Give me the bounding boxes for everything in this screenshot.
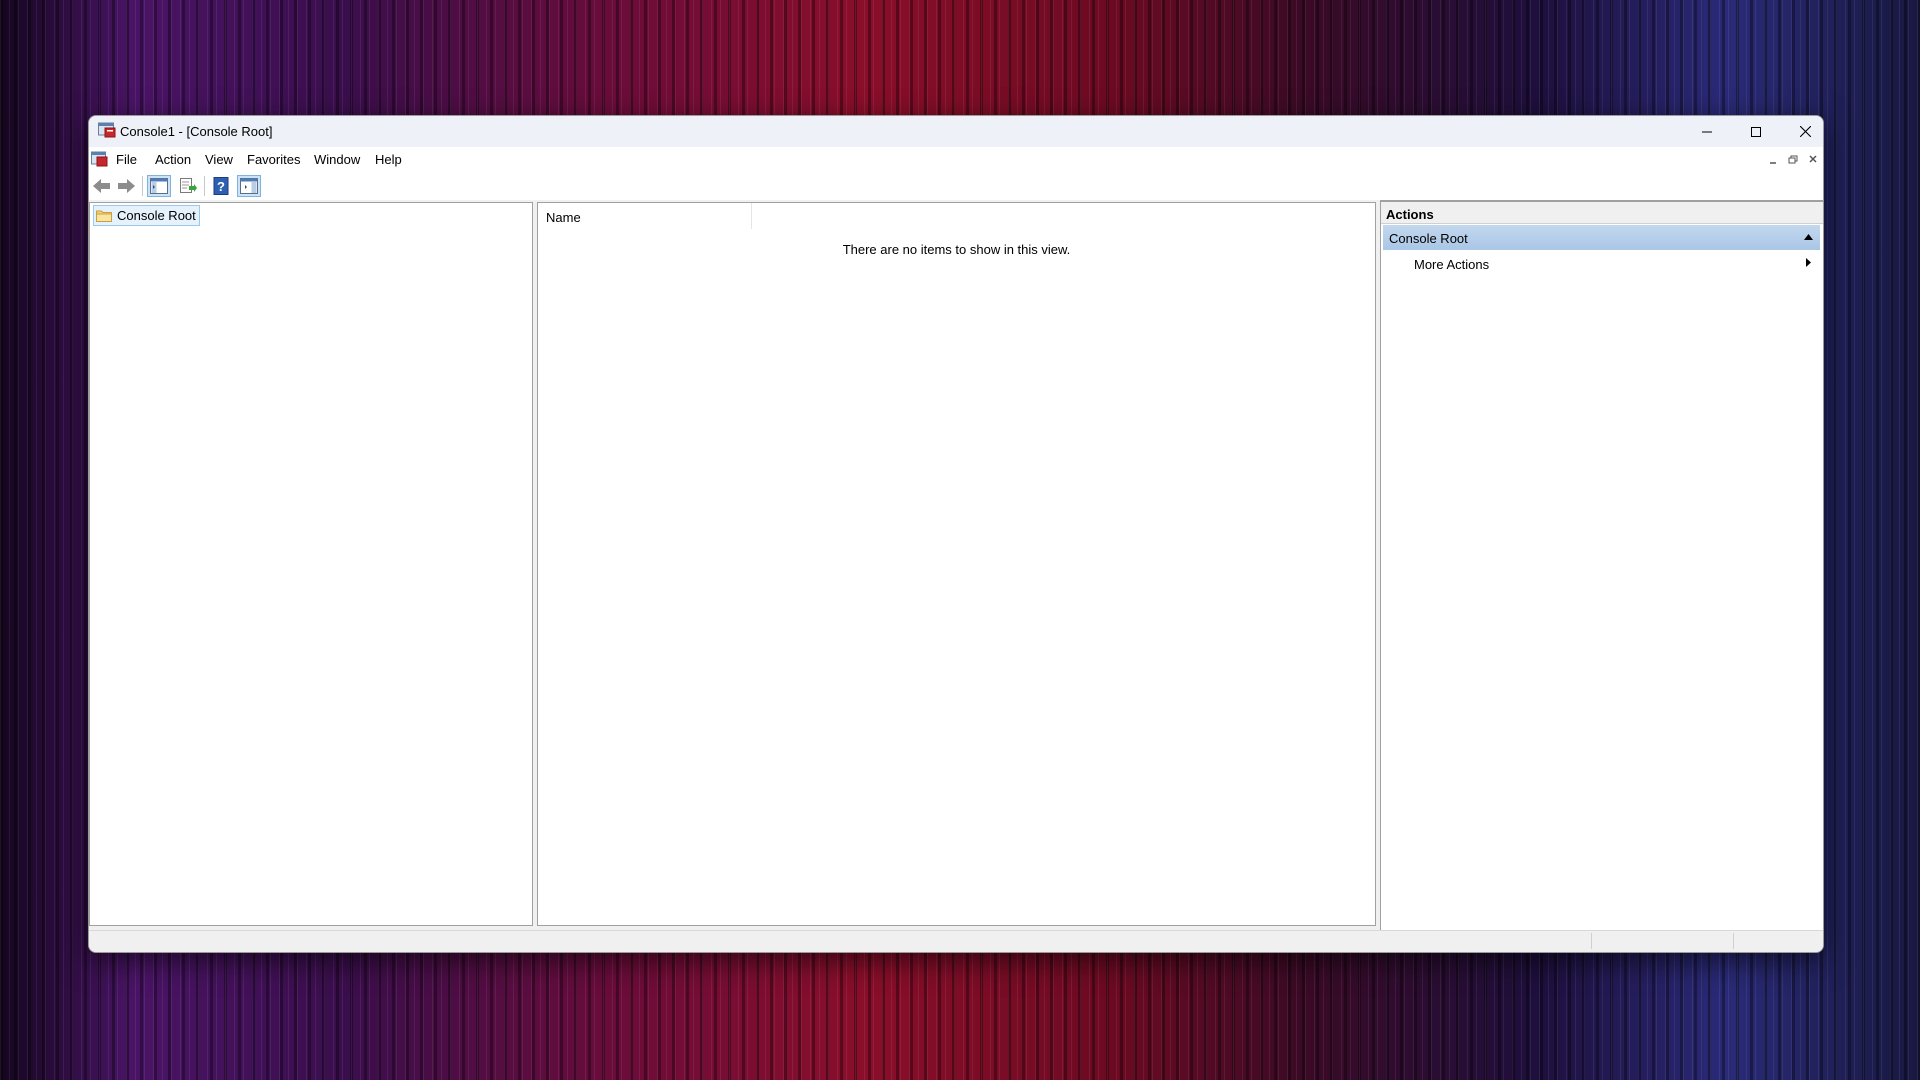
collapse-up-arrow-icon[interactable] bbox=[1804, 234, 1813, 240]
results-list-pane[interactable]: Name There are no items to show in this … bbox=[537, 202, 1376, 926]
menu-file[interactable]: File bbox=[113, 152, 140, 167]
status-bar-divider bbox=[1733, 933, 1734, 949]
mmc-window: Console1 - [Console Root] File Action Vi… bbox=[88, 115, 1824, 953]
toolbar: ? bbox=[89, 172, 1823, 201]
actions-pane-header: Actions bbox=[1381, 200, 1823, 224]
show-hide-action-pane-icon bbox=[240, 178, 258, 194]
mmc-app-icon bbox=[98, 122, 116, 138]
column-header-label: Name bbox=[546, 210, 581, 225]
close-button[interactable] bbox=[1781, 116, 1823, 147]
action-item-more-actions[interactable]: More Actions bbox=[1383, 251, 1820, 275]
menu-favorites[interactable]: Favorites bbox=[244, 152, 303, 167]
toolbar-separator bbox=[142, 176, 143, 196]
folder-icon bbox=[96, 210, 112, 222]
console-body: Console Root Name There are no items to … bbox=[89, 200, 1823, 930]
minimize-button[interactable] bbox=[1683, 116, 1731, 147]
toolbar-separator bbox=[204, 176, 205, 196]
help-button[interactable]: ? bbox=[209, 175, 233, 197]
back-button[interactable] bbox=[90, 175, 114, 197]
export-list-button[interactable] bbox=[176, 175, 200, 197]
show-hide-console-tree-icon bbox=[150, 178, 168, 194]
document-close-icon[interactable] bbox=[1805, 153, 1821, 166]
close-icon bbox=[1799, 126, 1811, 137]
tree-node-label: Console Root bbox=[117, 208, 196, 223]
menu-window[interactable]: Window bbox=[311, 152, 363, 167]
svg-text:?: ? bbox=[217, 179, 225, 194]
tree-node-console-root[interactable]: Console Root bbox=[93, 205, 200, 226]
console-tree-pane[interactable]: Console Root bbox=[89, 202, 533, 926]
menu-view[interactable]: View bbox=[202, 152, 236, 167]
help-icon: ? bbox=[213, 177, 229, 195]
window-title: Console1 - [Console Root] bbox=[120, 124, 273, 139]
document-restore-icon[interactable] bbox=[1785, 153, 1801, 166]
document-system-menu-icon[interactable] bbox=[91, 151, 108, 167]
submenu-arrow-icon bbox=[1806, 258, 1811, 267]
back-icon bbox=[93, 179, 110, 193]
title-bar[interactable]: Console1 - [Console Root] bbox=[89, 116, 1823, 147]
menu-help[interactable]: Help bbox=[372, 152, 405, 167]
status-bar bbox=[89, 930, 1823, 952]
actions-pane: Actions Console Root More Actions bbox=[1380, 200, 1823, 930]
actions-pane-title: Actions bbox=[1386, 207, 1434, 222]
show-hide-action-pane-button[interactable] bbox=[237, 175, 261, 197]
show-hide-console-tree-button[interactable] bbox=[147, 175, 171, 197]
menu-action[interactable]: Action bbox=[152, 152, 194, 167]
maximize-icon bbox=[1751, 126, 1761, 137]
export-list-icon bbox=[180, 178, 197, 193]
menu-bar: File Action View Favorites Window Help bbox=[89, 147, 1823, 173]
action-item-label: More Actions bbox=[1414, 257, 1490, 272]
document-minimize-icon[interactable] bbox=[1765, 153, 1781, 166]
minimize-icon bbox=[1702, 131, 1712, 132]
empty-view-message: There are no items to show in this view. bbox=[842, 242, 1071, 257]
maximize-button[interactable] bbox=[1732, 116, 1780, 147]
status-bar-divider bbox=[1591, 933, 1592, 949]
forward-button[interactable] bbox=[114, 175, 138, 197]
column-header-name[interactable]: Name bbox=[538, 203, 752, 229]
forward-icon bbox=[118, 179, 135, 193]
actions-section-console-root[interactable]: Console Root bbox=[1383, 225, 1820, 250]
actions-section-title: Console Root bbox=[1389, 231, 1468, 246]
